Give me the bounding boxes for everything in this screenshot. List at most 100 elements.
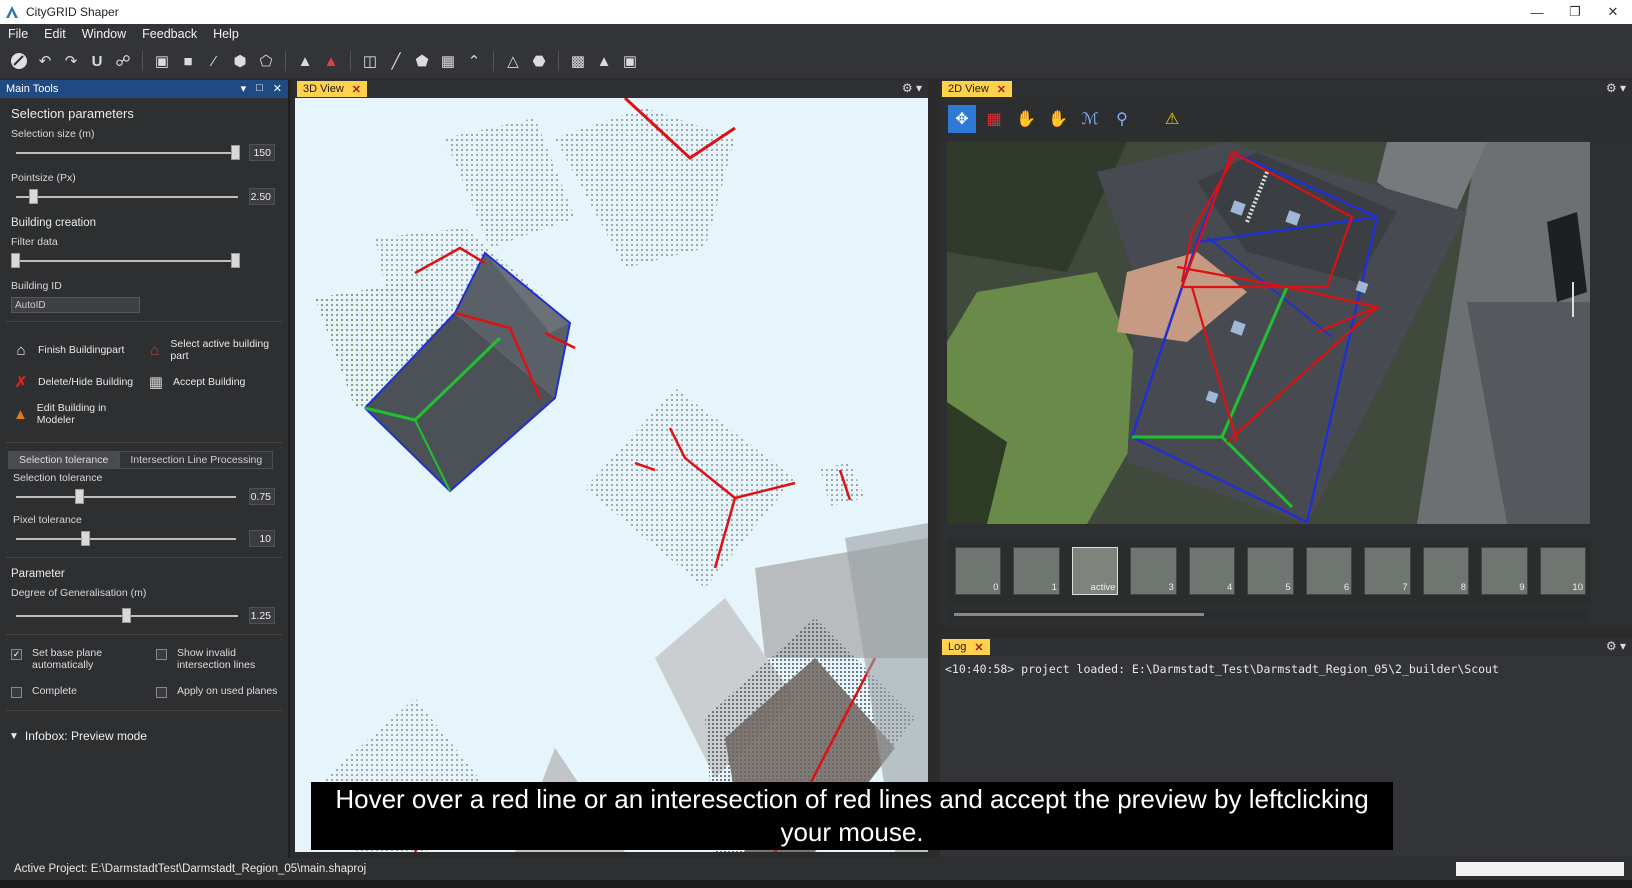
tab-log[interactable]: Log ✕ — [942, 639, 990, 655]
slider-thumb[interactable] — [29, 189, 38, 204]
thumbnail[interactable]: 8 — [1422, 547, 1470, 595]
thumbnail[interactable]: 5 — [1247, 547, 1294, 595]
peak-icon[interactable]: △ — [502, 50, 524, 72]
gear-icon[interactable]: ⚙ ▾ — [1606, 81, 1626, 95]
cube-icon[interactable]: ◫ — [359, 50, 381, 72]
thumbnail[interactable]: 0 — [955, 547, 1002, 595]
close-icon[interactable]: ✕ — [997, 83, 1006, 96]
range-thumb-max[interactable] — [231, 253, 240, 268]
thumbnail[interactable]: 10 — [1539, 547, 1586, 595]
range-thumb-min[interactable] — [11, 253, 20, 268]
thumbnail[interactable]: 9 — [1481, 547, 1528, 595]
ruler-icon[interactable]: ▦ — [980, 105, 1008, 133]
hand-red-icon[interactable]: ✋ — [1044, 105, 1072, 133]
slider-thumb[interactable] — [75, 489, 84, 504]
menu-edit[interactable]: Edit — [36, 27, 74, 41]
thumbnail[interactable]: 7 — [1364, 547, 1411, 595]
slash-line-icon[interactable]: ╱ — [385, 50, 407, 72]
pin-icon[interactable]: □ — [256, 82, 263, 95]
tab-intersection-line-processing[interactable]: Intersection Line Processing — [119, 451, 274, 469]
divider — [6, 442, 282, 443]
hand-icon[interactable]: ✋ — [1012, 105, 1040, 133]
shield-shape-icon[interactable]: ⬟ — [411, 50, 433, 72]
2d-view-toolbar: ✥ ▦ ✋ ✋ ℳ ⚲ ⚠ — [940, 98, 1632, 140]
selection-tolerance-value[interactable]: 0.75 — [249, 488, 275, 505]
selection-size-value[interactable]: 150 — [249, 144, 275, 161]
undo-icon[interactable]: ↶ — [34, 50, 56, 72]
finish-buildingpart-button[interactable]: ⌂ Finish Buildingpart — [6, 336, 141, 364]
gear-icon[interactable]: ⚙ ▾ — [1606, 639, 1626, 653]
tab-3d-view[interactable]: 3D View ✕ — [297, 81, 367, 97]
scrollbar-thumb[interactable] — [954, 613, 1204, 616]
menu-help[interactable]: Help — [205, 27, 247, 41]
restore-icon[interactable]: ❐ — [1556, 0, 1594, 24]
slider-thumb[interactable] — [122, 608, 131, 623]
pointsize-label: Pointsize (Px) — [11, 172, 76, 184]
slider-thumb[interactable] — [81, 531, 90, 546]
menu-file[interactable]: File — [0, 27, 36, 41]
close-icon[interactable]: ✕ — [1594, 0, 1632, 24]
thumbnail[interactable]: 1 — [1013, 547, 1060, 595]
close-icon[interactable]: ✕ — [974, 641, 983, 654]
degree-value[interactable]: 1.25 — [249, 607, 275, 624]
tab-selection-tolerance[interactable]: Selection tolerance — [8, 451, 120, 469]
menu-feedback[interactable]: Feedback — [134, 27, 205, 41]
warning-house-icon[interactable]: ⚠ — [1158, 105, 1186, 133]
set-base-plane-checkbox[interactable]: ✓ Set base plane automatically — [11, 647, 156, 671]
building-icon[interactable]: ▩ — [567, 50, 589, 72]
close-icon[interactable]: ✕ — [352, 83, 361, 96]
minimize-icon[interactable]: — — [1518, 0, 1556, 24]
building-id-field[interactable]: AutoID — [11, 297, 140, 313]
aerial-image-viewport[interactable] — [947, 142, 1590, 524]
pixel-tolerance-value[interactable]: 10 — [249, 530, 275, 547]
line-draw-icon[interactable]: ⁄ — [203, 50, 225, 72]
redo-icon[interactable]: ↷ — [60, 50, 82, 72]
pentagon-icon[interactable]: ⬠ — [255, 50, 277, 72]
triangle-icon[interactable]: ▲ — [294, 50, 316, 72]
link-icon[interactable]: ☍ — [112, 50, 134, 72]
zoom-picker-icon[interactable]: ⚲ — [1108, 105, 1136, 133]
dropdown-icon[interactable]: ▾ — [241, 82, 247, 95]
square-line-icon[interactable]: ▦ — [437, 50, 459, 72]
selection-size-slider[interactable]: 150 — [11, 143, 277, 163]
thumbnail[interactable]: 6 — [1305, 547, 1353, 595]
thumbnail[interactable]: 4 — [1188, 547, 1236, 595]
pointsize-slider[interactable]: 2.50 — [11, 187, 277, 207]
select-active-building-part-button[interactable]: ⌂ Select active building part — [141, 336, 276, 364]
filter-data-range-slider[interactable] — [11, 251, 277, 271]
tab-2d-view[interactable]: 2D View ✕ — [942, 81, 1012, 97]
picker-icon[interactable]: ℳ — [1076, 105, 1104, 133]
magnet-icon[interactable]: U — [86, 50, 108, 72]
mountain-icon[interactable]: ▲ — [593, 50, 615, 72]
circle-shape-icon[interactable]: ⬣ — [528, 50, 550, 72]
thumbnail[interactable]: 3 — [1130, 547, 1177, 595]
menu-window[interactable]: Window — [74, 27, 134, 41]
roof-icon[interactable]: ⌃ — [463, 50, 485, 72]
pixel-tolerance-slider[interactable]: 10 — [11, 529, 277, 549]
thumbnail-scrollbar[interactable] — [948, 610, 1588, 620]
3d-viewport[interactable] — [295, 98, 928, 852]
pointsize-value[interactable]: 2.50 — [249, 188, 275, 205]
close-icon[interactable]: ✕ — [273, 82, 282, 95]
image-icon[interactable]: ▣ — [619, 50, 641, 72]
thumbnail-active[interactable]: active — [1071, 547, 1119, 595]
degree-of-generalisation-slider[interactable]: 1.25 — [11, 606, 277, 626]
complete-checkbox[interactable]: Complete — [11, 685, 156, 698]
toolbar-separator — [142, 51, 143, 71]
show-invalid-lines-checkbox[interactable]: Show invalid intersection lines — [156, 647, 291, 671]
delete-hide-building-button[interactable]: ✗ Delete/Hide Building — [6, 368, 141, 396]
polygon-icon[interactable]: ⬢ — [229, 50, 251, 72]
eraser-icon[interactable] — [8, 50, 30, 72]
accept-building-button[interactable]: ▦ Accept Building — [141, 368, 276, 396]
selection-tolerance-slider[interactable]: 0.75 — [11, 487, 277, 507]
layer-icon[interactable]: ■ — [177, 50, 199, 72]
checkbox-row: ✓ Set base plane automatically Show inval… — [0, 643, 288, 675]
red-triangle-icon[interactable]: ▲ — [320, 50, 342, 72]
gear-icon[interactable]: ⚙ ▾ — [902, 81, 922, 95]
move-icon[interactable]: ✥ — [948, 105, 976, 133]
apply-on-used-planes-checkbox[interactable]: Apply on used planes — [156, 685, 291, 698]
edit-in-modeler-button[interactable]: ▲ Edit Building in Modeler — [6, 400, 141, 428]
slider-thumb[interactable] — [231, 145, 240, 160]
select-box-icon[interactable]: ▣ — [151, 50, 173, 72]
infobox-toggle[interactable]: ▼ Infobox: Preview mode — [0, 719, 288, 753]
